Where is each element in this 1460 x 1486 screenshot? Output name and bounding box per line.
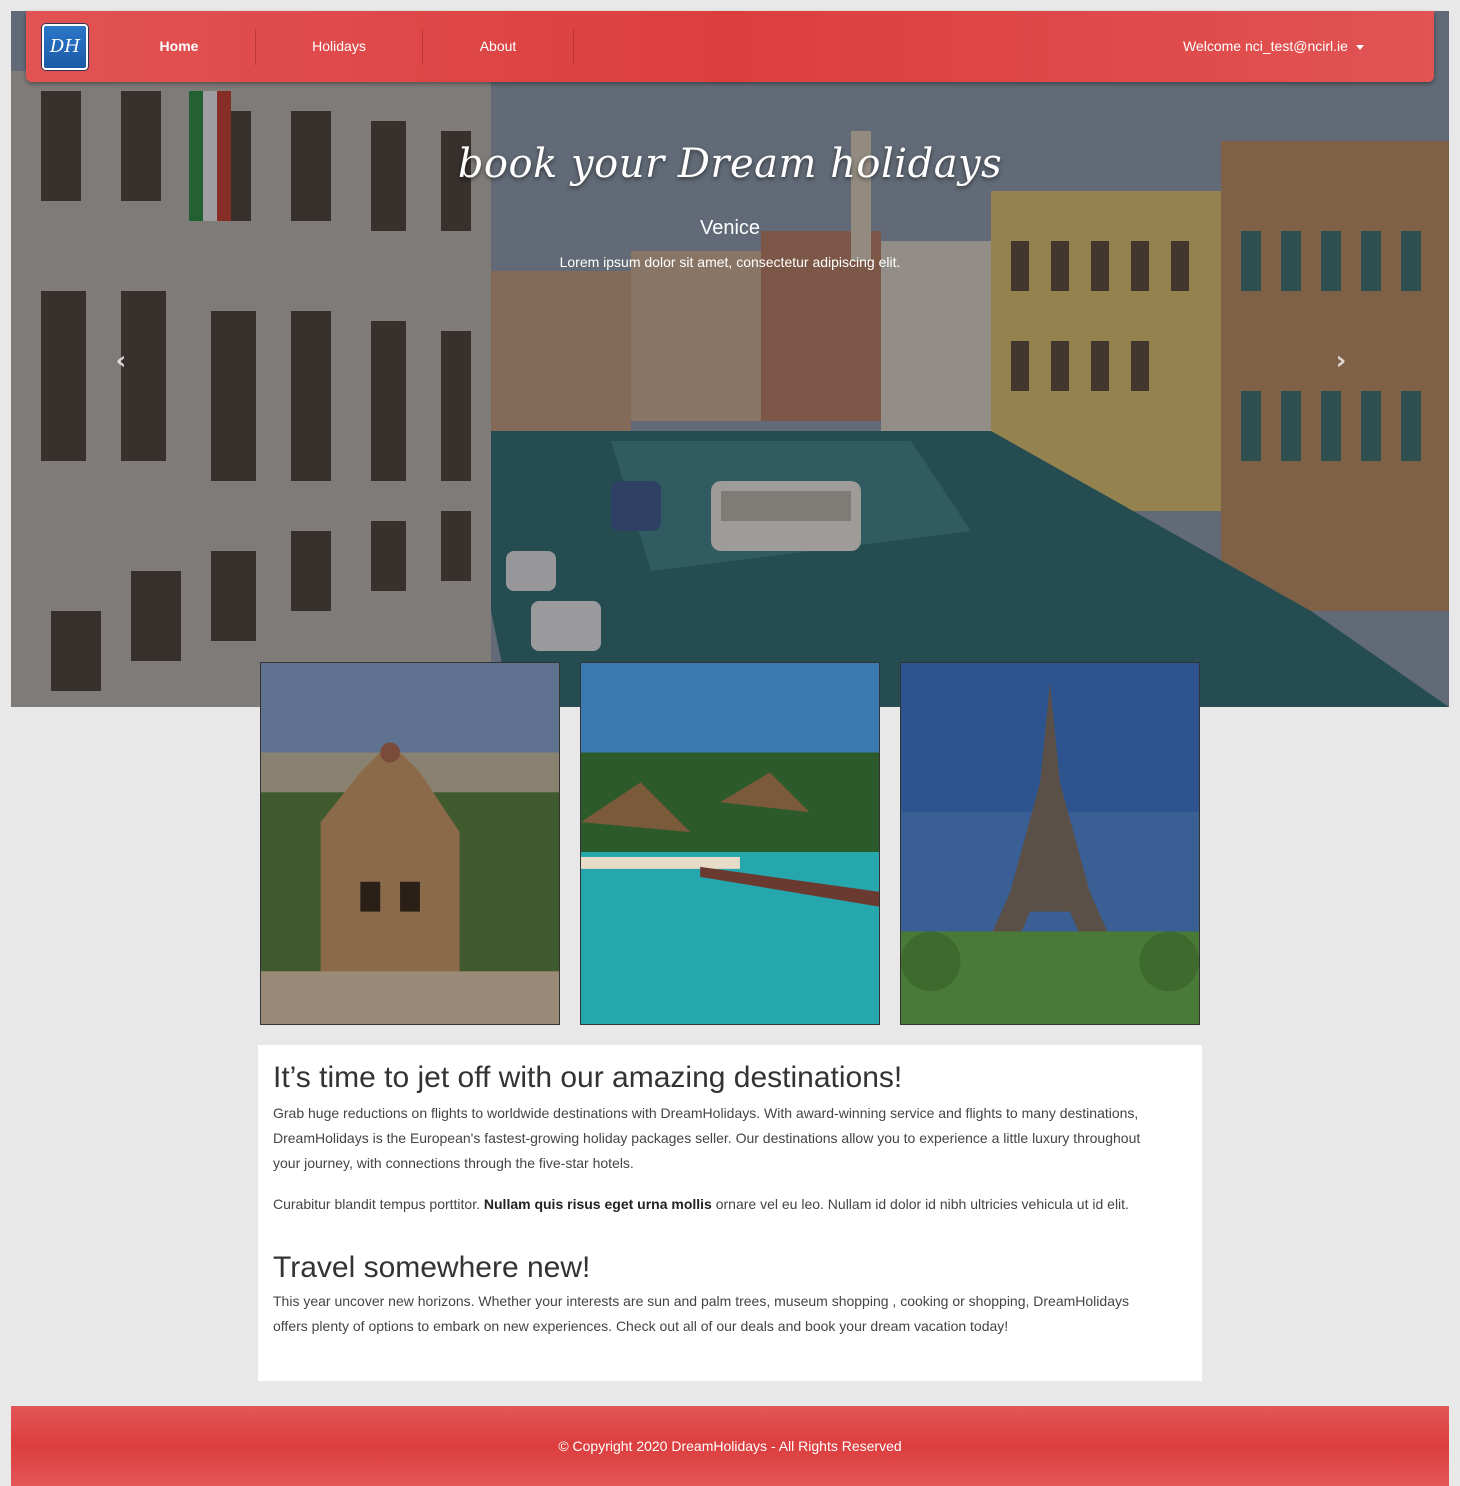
- nav-home[interactable]: Home: [139, 11, 219, 82]
- hero-subtitle: Venice: [699, 217, 761, 239]
- content-heading-travel: Travel somewhere new!: [273, 1251, 591, 1284]
- content-heading-main: It’s time to jet off with our amazing de…: [273, 1061, 903, 1094]
- nav-holidays[interactable]: Holidays: [299, 11, 379, 82]
- page-footer: © Copyright 2020 DreamHolidays - All Rig…: [11, 1406, 1449, 1486]
- hero-description: Lorem ipsum dolor sit amet, consectetur …: [559, 254, 901, 270]
- destination-tile-maldives[interactable]: [580, 662, 880, 1025]
- nav-divider: [422, 29, 423, 65]
- user-menu-label: Welcome nci_test@ncirl.ie: [1183, 38, 1348, 54]
- paragraph-bold-text: Nullam quis risus eget urna mollis: [483, 1196, 712, 1212]
- paragraph-text: ornare vel eu leo. Nullam id dolor id ni…: [711, 1196, 1129, 1212]
- footer-copyright: © Copyright 2020 DreamHolidays - All Rig…: [558, 1438, 902, 1454]
- brand-logo[interactable]: DH: [42, 24, 88, 70]
- paragraph-text: Curabitur blandit tempus porttitor.: [273, 1196, 484, 1212]
- carousel-prev-button[interactable]: ‹: [109, 346, 133, 376]
- caret-down-icon: [1355, 44, 1364, 50]
- chevron-left-icon: ‹: [115, 346, 127, 376]
- content-paragraph-secondary: Curabitur blandit tempus porttitor. Null…: [273, 1192, 1153, 1217]
- hero-caption: book your Dream holidays Venice Lorem ip…: [11, 141, 1449, 270]
- user-menu-dropdown[interactable]: Welcome nci_test@ncirl.ie: [1183, 11, 1364, 82]
- hero-carousel: book your Dream holidays Venice Lorem ip…: [11, 11, 1449, 707]
- hero-overlay: [11, 11, 1449, 707]
- content-panel: It’s time to jet off with our amazing de…: [258, 1045, 1202, 1381]
- chevron-right-icon: ›: [1335, 346, 1347, 376]
- paris-image: [901, 663, 1199, 1024]
- destination-tile-barcelona[interactable]: [260, 662, 560, 1025]
- barcelona-image: [261, 663, 559, 1024]
- nav-divider: [573, 29, 574, 65]
- maldives-image: [581, 663, 879, 1024]
- top-navbar: DH Home Holidays About Welcome nci_test@…: [26, 11, 1434, 82]
- destination-tile-paris[interactable]: [900, 662, 1200, 1025]
- hero-title: book your Dream holidays: [457, 141, 1003, 187]
- nav-divider: [255, 29, 256, 65]
- carousel-next-button[interactable]: ›: [1329, 346, 1353, 376]
- content-paragraph-travel: This year uncover new horizons. Whether …: [273, 1293, 1129, 1334]
- content-paragraph-intro: Grab huge reductions on flights to world…: [273, 1105, 1141, 1171]
- nav-about[interactable]: About: [458, 11, 538, 82]
